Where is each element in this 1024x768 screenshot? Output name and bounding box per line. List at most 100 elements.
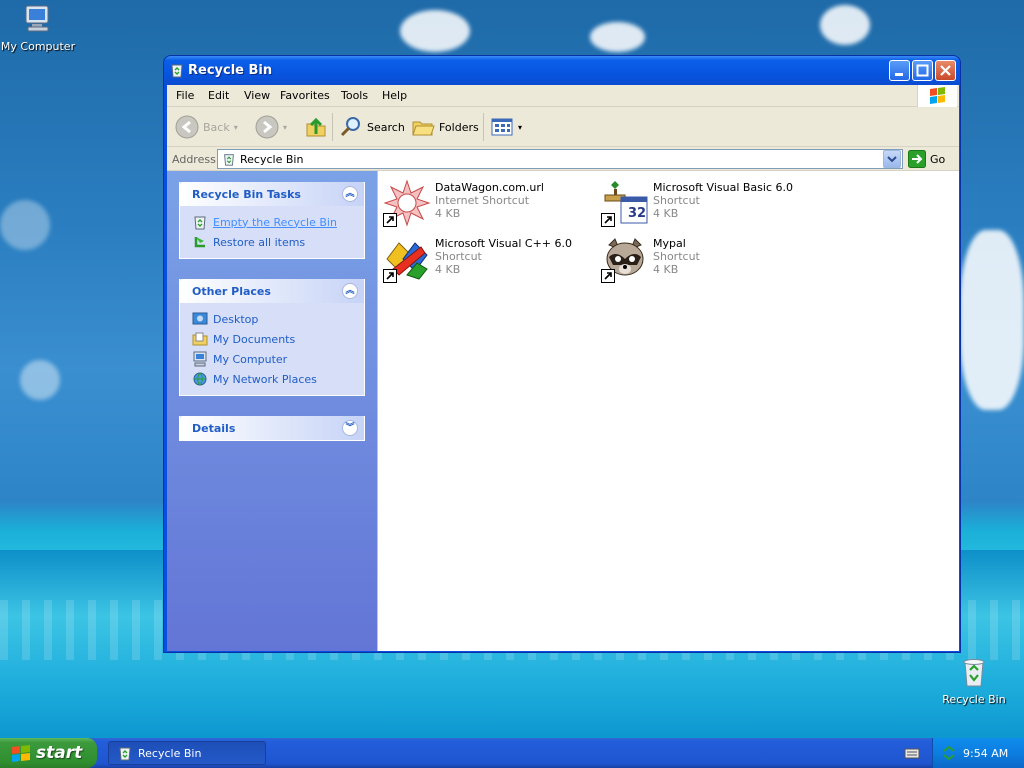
clock[interactable]: 9:54 AM bbox=[963, 747, 1008, 760]
recycle-bin-tasks-header[interactable]: Recycle Bin Tasks ︽ bbox=[180, 182, 364, 206]
taskbar-item-recycle-bin[interactable]: Recycle Bin bbox=[108, 741, 266, 765]
details-panel: Details ︾ bbox=[179, 416, 365, 441]
start-button[interactable]: start bbox=[0, 738, 97, 768]
chevron-down-icon[interactable]: ▾ bbox=[283, 123, 287, 132]
desktop-icon-label: My Computer bbox=[0, 40, 76, 53]
menu-file[interactable]: File bbox=[176, 89, 194, 102]
search-label: Search bbox=[367, 120, 405, 134]
restore-arrow-icon bbox=[194, 237, 205, 248]
my-computer-icon bbox=[25, 5, 49, 32]
file-type: Shortcut bbox=[653, 194, 700, 207]
my-computer-icon bbox=[193, 351, 207, 367]
toolbar-separator bbox=[332, 113, 333, 141]
menu-edit[interactable]: Edit bbox=[208, 89, 229, 102]
menu-bar: File Edit View Favorites Tools Help bbox=[167, 85, 959, 107]
desktop-icon-label: Recycle Bin bbox=[942, 693, 1006, 706]
minimize-button[interactable] bbox=[889, 60, 910, 81]
panel-title: Other Places bbox=[192, 285, 271, 298]
file-name: Mypal bbox=[653, 237, 686, 250]
taskbar: start Recycle Bin 9:54 AM bbox=[0, 738, 1024, 768]
expand-chevron-icon[interactable]: ︾ bbox=[342, 420, 358, 436]
chevron-down-icon[interactable]: ▾ bbox=[234, 123, 238, 132]
address-input[interactable]: Recycle Bin bbox=[217, 149, 903, 169]
datawagon-url-icon bbox=[383, 179, 431, 227]
up-folder-button[interactable] bbox=[304, 113, 328, 141]
minimize-icon bbox=[895, 73, 903, 76]
forward-button[interactable]: ▾ bbox=[255, 113, 287, 141]
close-button[interactable] bbox=[935, 60, 956, 81]
svg-text:32: 32 bbox=[628, 206, 646, 221]
folders-button[interactable]: Folders bbox=[411, 113, 479, 141]
keyboard-icon[interactable] bbox=[904, 745, 920, 761]
my-documents-icon bbox=[192, 332, 208, 346]
go-button[interactable]: Go bbox=[908, 150, 945, 168]
mypal-raccoon-icon bbox=[601, 235, 649, 283]
cloud bbox=[960, 230, 1024, 410]
restore-all-items-link[interactable]: Restore all items bbox=[192, 232, 364, 252]
forward-arrow-icon bbox=[255, 115, 279, 139]
cloud bbox=[820, 5, 870, 45]
desktop-icon bbox=[192, 312, 208, 325]
menu-help[interactable]: Help bbox=[382, 89, 407, 102]
task-label: Empty the Recycle Bin bbox=[213, 215, 337, 229]
task-label: Restore all items bbox=[213, 235, 306, 249]
file-type: Internet Shortcut bbox=[435, 194, 530, 207]
back-arrow-icon bbox=[175, 115, 199, 139]
desktop-icon-recycle-bin[interactable]: Recycle Bin bbox=[936, 656, 1012, 706]
menu-favorites[interactable]: Favorites bbox=[280, 89, 330, 102]
views-button[interactable]: ▾ bbox=[490, 113, 522, 141]
recycle-bin-icon bbox=[194, 216, 206, 230]
recycle-bin-icon bbox=[963, 659, 985, 687]
cloud bbox=[20, 360, 60, 400]
place-label: Desktop bbox=[213, 312, 259, 326]
recycle-bin-tasks-panel: Recycle Bin Tasks ︽ Empty the Recycle Bi… bbox=[179, 182, 365, 259]
system-tray: 9:54 AM bbox=[932, 738, 1024, 768]
place-label: My Network Places bbox=[213, 372, 317, 386]
collapse-chevron-icon[interactable]: ︽ bbox=[342, 283, 358, 299]
visual-cpp-icon bbox=[383, 235, 431, 283]
views-icon bbox=[491, 118, 513, 136]
file-name: DataWagon.com.url bbox=[435, 181, 544, 194]
cloud bbox=[0, 200, 50, 250]
maximize-icon bbox=[916, 64, 929, 77]
file-list: DataWagon.com.url Internet Shortcut 4 KB bbox=[377, 171, 959, 651]
panel-title: Recycle Bin Tasks bbox=[192, 188, 301, 201]
collapse-chevron-icon[interactable]: ︽ bbox=[342, 186, 358, 202]
shortcut-arrow-icon bbox=[601, 213, 615, 227]
place-my-network-places-link[interactable]: My Network Places bbox=[192, 369, 364, 389]
explorer-window: Recycle Bin File Edit View Favorites Too… bbox=[163, 55, 961, 653]
window-title: Recycle Bin bbox=[188, 63, 273, 78]
place-my-computer-link[interactable]: My Computer bbox=[192, 349, 364, 369]
cloud bbox=[590, 22, 645, 52]
windows-flag-icon bbox=[930, 87, 945, 104]
place-my-documents-link[interactable]: My Documents bbox=[192, 329, 364, 349]
panel-title: Details bbox=[192, 422, 236, 435]
panel-body: Desktop My Documents My Computer My Netw… bbox=[180, 303, 364, 395]
back-button[interactable]: Back ▾ bbox=[175, 113, 238, 141]
content-area: Recycle Bin Tasks ︽ Empty the Recycle Bi… bbox=[167, 171, 959, 651]
place-label: My Computer bbox=[213, 352, 288, 366]
desktop-icon-my-computer[interactable]: My Computer bbox=[0, 3, 76, 53]
up-folder-icon bbox=[306, 117, 326, 137]
maximize-button[interactable] bbox=[912, 60, 933, 81]
folders-label: Folders bbox=[439, 120, 479, 134]
file-item-mypal[interactable]: Mypal Shortcut 4 KB bbox=[601, 235, 700, 283]
file-item-visual-basic[interactable]: 32 Microsoft Visual Basic 6.0 Shortcut 4… bbox=[601, 179, 793, 227]
recycle-bin-icon bbox=[171, 64, 183, 78]
other-places-header[interactable]: Other Places ︽ bbox=[180, 279, 364, 303]
file-item-visual-cpp[interactable]: Microsoft Visual C++ 6.0 Shortcut 4 KB bbox=[383, 235, 572, 283]
go-arrow-icon bbox=[908, 150, 926, 168]
menu-view[interactable]: View bbox=[244, 89, 270, 102]
place-desktop-link[interactable]: Desktop bbox=[192, 309, 364, 329]
address-dropdown-button[interactable] bbox=[883, 150, 901, 168]
file-item-datawagon[interactable]: DataWagon.com.url Internet Shortcut 4 KB bbox=[383, 179, 544, 227]
title-bar[interactable]: Recycle Bin bbox=[164, 56, 960, 85]
empty-recycle-bin-link[interactable]: Empty the Recycle Bin bbox=[192, 212, 364, 232]
details-header[interactable]: Details ︾ bbox=[180, 416, 364, 440]
chevron-down-icon[interactable]: ▾ bbox=[518, 123, 522, 132]
search-icon bbox=[340, 117, 360, 137]
file-size: 4 KB bbox=[653, 263, 679, 276]
recycle-tray-icon[interactable] bbox=[941, 745, 957, 761]
menu-tools[interactable]: Tools bbox=[341, 89, 368, 102]
search-button[interactable]: Search bbox=[339, 113, 405, 141]
